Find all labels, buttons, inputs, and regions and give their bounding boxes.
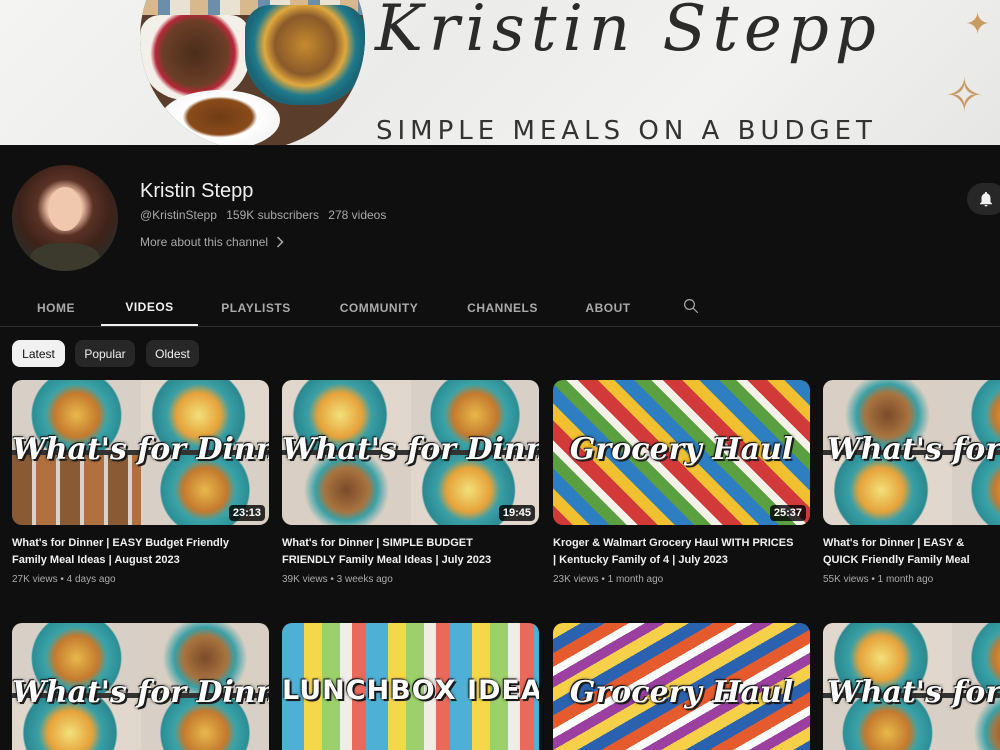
thumbnail-overlay-text: What's for Di bbox=[827, 675, 1000, 710]
chevron-right-icon bbox=[277, 236, 284, 248]
channel-tabs: HOME VIDEOS PLAYLISTS COMMUNITY CHANNELS… bbox=[0, 290, 1000, 327]
chip-popular[interactable]: Popular bbox=[75, 340, 135, 367]
thumbnail-overlay-text: LUNCHBOX IDEAS bbox=[282, 675, 539, 706]
channel-banner: Kristin Stepp SIMPLE MEALS ON A BUDGET ✦… bbox=[0, 0, 1000, 145]
view-count: 55K views bbox=[823, 574, 869, 585]
upload-age: 3 weeks ago bbox=[336, 574, 393, 585]
video-thumbnail[interactable]: What's for Dinner? bbox=[12, 623, 269, 750]
tab-about[interactable]: ABOUT bbox=[575, 290, 641, 326]
video-card[interactable]: What's for Di bbox=[823, 623, 1000, 750]
video-thumbnail[interactable]: LUNCHBOX IDEAS bbox=[282, 623, 539, 750]
search-icon bbox=[684, 299, 699, 314]
thumbnail-overlay-text: Grocery Haul bbox=[569, 432, 794, 467]
video-meta: 39K views • 3 weeks ago bbox=[282, 574, 393, 585]
video-title[interactable]: What's for Dinner | SIMPLE BUDGET FRIEND… bbox=[282, 535, 527, 569]
banner-title: Kristin Stepp bbox=[375, 0, 882, 66]
chip-latest[interactable]: Latest bbox=[12, 340, 65, 367]
upload-age: 4 days ago bbox=[66, 574, 116, 585]
banner-subtitle: SIMPLE MEALS ON A BUDGET bbox=[376, 116, 877, 145]
video-duration: 23:13 bbox=[228, 505, 265, 521]
upload-age: 1 month ago bbox=[607, 574, 664, 585]
thumbnail-overlay-text: What's for Di bbox=[827, 432, 1000, 467]
video-thumbnail[interactable]: What's for Di bbox=[823, 623, 1000, 750]
thumbnail-overlay-text: Grocery Haul bbox=[569, 675, 794, 710]
video-meta: 55K views • 1 month ago bbox=[823, 574, 934, 585]
video-meta: 27K views • 4 days ago bbox=[12, 574, 116, 585]
thumbnail-overlay-text: What's for Dinner? bbox=[12, 432, 269, 467]
video-count: 278 videos bbox=[328, 208, 387, 222]
view-count: 27K views bbox=[12, 574, 58, 585]
video-title[interactable]: Kroger & Walmart Grocery Haul WITH PRICE… bbox=[553, 535, 798, 569]
video-title[interactable]: What's for Dinner | EASY Budget Friendly… bbox=[12, 535, 257, 569]
thumbnail-overlay-text: What's for Dinner? bbox=[282, 432, 539, 467]
channel-search-button[interactable] bbox=[682, 297, 700, 320]
bell-icon bbox=[980, 191, 992, 207]
banner-food-photo bbox=[140, 0, 365, 145]
chip-oldest[interactable]: Oldest bbox=[146, 340, 199, 367]
tab-playlists[interactable]: PLAYLISTS bbox=[210, 290, 302, 326]
video-meta: 23K views • 1 month ago bbox=[553, 574, 664, 585]
subscribe-bell-button[interactable] bbox=[967, 183, 1000, 215]
channel-meta: @KristinStepp 159K subscribers 278 video… bbox=[140, 208, 392, 222]
channel-name: Kristin Stepp bbox=[140, 180, 254, 202]
video-thumbnail[interactable]: What's for Dinner? 23:13 bbox=[12, 380, 269, 525]
channel-avatar[interactable] bbox=[12, 165, 118, 271]
video-duration: 25:37 bbox=[769, 505, 806, 521]
tab-videos[interactable]: VIDEOS bbox=[101, 290, 198, 326]
tab-home[interactable]: HOME bbox=[20, 290, 92, 326]
video-card[interactable]: What's for Di What's for Dinner | EASY &… bbox=[823, 380, 1000, 595]
tab-channels[interactable]: CHANNELS bbox=[455, 290, 550, 326]
video-thumbnail[interactable]: What's for Di bbox=[823, 380, 1000, 525]
view-count: 23K views bbox=[553, 574, 599, 585]
sparkle-icon: ✦ bbox=[965, 8, 991, 41]
video-thumbnail[interactable]: Grocery Haul bbox=[553, 623, 810, 750]
thumbnail-overlay-text: What's for Dinner? bbox=[12, 675, 269, 710]
more-about-channel-link[interactable]: More about this channel bbox=[140, 235, 284, 249]
video-thumbnail[interactable]: What's for Dinner? 19:45 bbox=[282, 380, 539, 525]
sparkle-icon: ✧ bbox=[945, 69, 984, 121]
view-count: 39K views bbox=[282, 574, 328, 585]
more-about-label: More about this channel bbox=[140, 235, 269, 249]
channel-handle: @KristinStepp bbox=[140, 208, 217, 222]
video-title[interactable]: What's for Dinner | EASY & QUICK Friendl… bbox=[823, 535, 1000, 569]
video-thumbnail[interactable]: Grocery Haul 25:37 bbox=[553, 380, 810, 525]
subscriber-count: 159K subscribers bbox=[226, 208, 319, 222]
video-duration: 19:45 bbox=[498, 505, 535, 521]
upload-age: 1 month ago bbox=[877, 574, 934, 585]
tab-community[interactable]: COMMUNITY bbox=[325, 290, 433, 326]
